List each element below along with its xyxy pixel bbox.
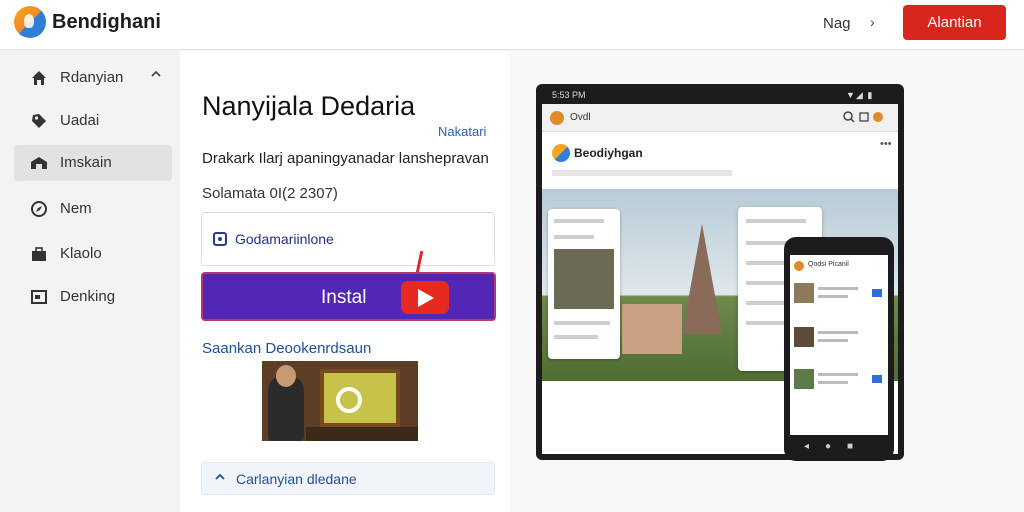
option-field[interactable]: Godamariinlone <box>201 212 495 266</box>
section-link[interactable]: Saankan Deookenrdsaun <box>202 340 371 357</box>
card-line <box>554 219 604 223</box>
list-badge <box>872 289 882 297</box>
search-icon <box>320 369 400 427</box>
tablet-app-bar: Ovdl <box>542 104 898 132</box>
chevron-up-icon <box>214 471 226 486</box>
sidebar-item-rdanyian[interactable]: Rdanyian <box>14 60 172 96</box>
device-preview: 5:53 PM ▼◢ ▮ Ovdl Beodiyhgan ••• Qodsi P… <box>510 51 1024 512</box>
main-panel: Nanyijala Dedaria Nakatari Drakark Ilarj… <box>180 51 510 512</box>
top-bar: Bendighani Nag › Alantian <box>0 0 1024 50</box>
sidebar-item-label: Klaolo <box>60 245 102 262</box>
list-line <box>818 295 848 298</box>
nav-link[interactable]: Nag <box>823 15 851 32</box>
camera-icon <box>213 232 227 246</box>
sidebar-item-klaolo[interactable]: Klaolo <box>14 236 172 272</box>
sidebar-item-label: Rdanyian <box>60 69 124 86</box>
list-line <box>818 339 848 342</box>
phone-screen: Qodsi Picanil <box>790 255 888 435</box>
sidebar-item-label: Nem <box>60 200 92 217</box>
accordion-label: Carlanyian dledane <box>236 471 357 487</box>
thumbnail-strip <box>306 427 418 441</box>
list-item <box>794 325 884 351</box>
app-logo-icon <box>550 111 564 125</box>
sidebar-item-label: Uadai <box>60 112 100 129</box>
card-image <box>554 249 614 309</box>
tablet-brand: Beodiyhgan <box>574 146 643 160</box>
list-item <box>794 367 884 393</box>
list-thumbnail <box>794 327 814 347</box>
list-badge <box>872 375 882 383</box>
phone-nav-icons: ◂●■ <box>804 441 870 452</box>
option-field-label: Godamariinlone <box>235 231 334 247</box>
app-logo-icon <box>794 261 804 271</box>
phone-title: Qodsi Picanil <box>808 261 849 268</box>
play-icon[interactable] <box>401 281 449 314</box>
sidebar-item-label: Imskain <box>60 154 112 171</box>
tablet-app-title: Ovdl <box>570 112 591 123</box>
sidebar-item-label: Denking <box>60 288 116 305</box>
brand-logo-icon[interactable] <box>14 6 46 38</box>
tablet-status-time: 5:53 PM <box>552 90 586 100</box>
list-thumbnail <box>794 369 814 389</box>
more-icon: ••• <box>880 138 892 150</box>
list-line <box>818 381 848 384</box>
title-link[interactable]: Nakatari <box>438 124 486 139</box>
phone-mockup: Qodsi Picanil ◂●■ <box>784 237 894 461</box>
sidebar-item-imskain[interactable]: Imskain <box>14 145 172 181</box>
video-thumbnail[interactable] <box>262 361 418 441</box>
tablet-tab-row <box>552 170 732 176</box>
list-thumbnail <box>794 283 814 303</box>
sidebar-item-nem[interactable]: Nem <box>14 191 172 227</box>
tower-image <box>682 224 722 334</box>
list-line <box>818 287 858 290</box>
briefcase-icon <box>30 245 48 263</box>
install-button-label: Instal <box>321 287 367 308</box>
chevron-up-icon[interactable] <box>150 68 162 83</box>
list-line <box>818 373 858 376</box>
brand-name[interactable]: Bendighani <box>52 11 161 34</box>
brand-logo-icon <box>552 144 570 162</box>
cta-button[interactable]: Alantian <box>903 5 1006 40</box>
list-item <box>794 281 884 307</box>
sidebar-item-denking[interactable]: Denking <box>14 279 172 315</box>
building-image <box>622 304 682 354</box>
page-title: Nanyijala Dedaria <box>202 91 416 121</box>
tablet-card <box>548 209 620 359</box>
screen-icon <box>30 288 48 306</box>
sidebar-item-uadai[interactable]: Uadai <box>14 103 172 139</box>
list-line <box>746 219 806 223</box>
accordion-toggle[interactable]: Carlanyian dledane <box>201 462 495 495</box>
tag-icon <box>30 112 48 130</box>
presenter-head <box>276 365 296 387</box>
card-line <box>554 321 610 325</box>
sidebar: Rdanyian Uadai Imskain Nem Klaolo Denkin… <box>0 51 180 512</box>
chevron-right-icon[interactable]: › <box>870 14 875 30</box>
page-subtitle: Drakark Ilarj apaningyanadar lansheprava… <box>202 150 489 167</box>
search-icon <box>842 109 886 128</box>
meta-text: Solamata 0I(2 2307) <box>202 185 338 202</box>
compass-icon <box>30 200 48 218</box>
card-line <box>554 235 594 239</box>
card-line <box>554 335 598 339</box>
list-line <box>818 331 858 334</box>
home-icon <box>30 69 48 87</box>
install-button[interactable]: Instal <box>201 272 496 321</box>
warehouse-icon <box>30 154 48 172</box>
tablet-status-icons: ▼◢ ▮ <box>846 90 874 100</box>
